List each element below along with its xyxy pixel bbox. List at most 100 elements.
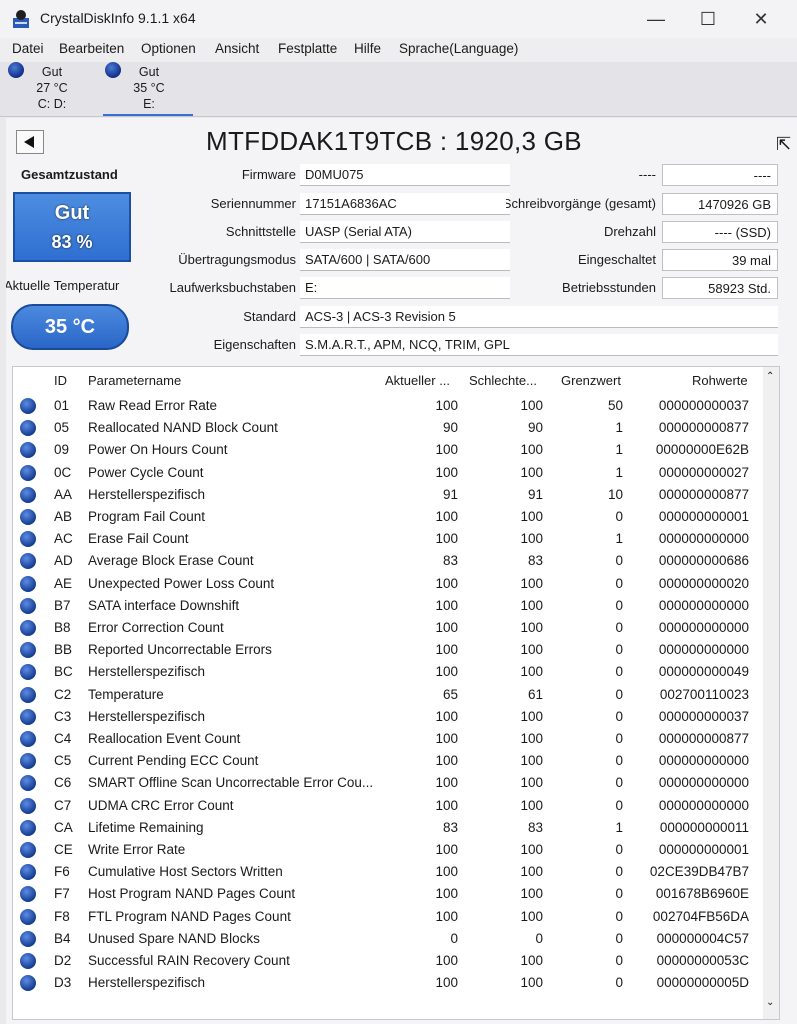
attr-threshold: 0 bbox=[615, 842, 623, 857]
attr-threshold: 0 bbox=[615, 664, 623, 680]
disk-info-panel: MTFDDAK1T9TCB : 1920,3 GB ⇱ Gesamtzustan… bbox=[6, 118, 797, 1024]
table-row[interactable]: 01 Raw Read Error Rate 100 100 50 00000000003… bbox=[13, 395, 763, 417]
table-row[interactable]: B4 Unused Spare NAND Blocks 0 0 0 000000004C5… bbox=[13, 928, 763, 950]
attr-threshold: 0 bbox=[615, 908, 623, 924]
attr-name: Cumulative Host Sectors Written bbox=[88, 864, 283, 880]
attr-raw: 001678B6960E bbox=[655, 886, 749, 902]
status-circle-icon bbox=[20, 486, 36, 503]
table-row[interactable]: D3 Herstellerspezifisch 100 100 0 00000000005… bbox=[13, 972, 763, 994]
attr-name: Reported Uncorrectable Errors bbox=[88, 642, 272, 658]
drive-tab-1[interactable]: Gut 27 °C C: D: bbox=[6, 62, 96, 114]
firmware-value: D0MU075 bbox=[300, 164, 510, 186]
menu-optionen[interactable]: Optionen bbox=[141, 41, 196, 56]
attr-name: Herstellerspezifisch bbox=[88, 486, 206, 502]
health-label: Gesamtzustand bbox=[21, 167, 118, 182]
scrollbar[interactable]: ⌃ ⌄ bbox=[763, 367, 779, 1019]
drive-temp: 35 °C bbox=[133, 81, 165, 95]
menu-festplatte[interactable]: Festplatte bbox=[278, 41, 337, 56]
column-name[interactable]: Parametername bbox=[88, 373, 181, 388]
attr-name: Unexpected Power Loss Count bbox=[88, 575, 275, 591]
attr-raw: 000000000027 bbox=[658, 464, 749, 480]
power-on-hours-label: Betriebsstunden bbox=[562, 280, 656, 295]
attr-raw: 00000000E62B bbox=[655, 442, 749, 458]
status-circle-icon bbox=[20, 509, 36, 525]
health-status-button[interactable]: Gut 83 % bbox=[13, 192, 131, 262]
scroll-up-icon[interactable]: ⌃ bbox=[766, 371, 774, 382]
previous-disk-button[interactable] bbox=[16, 130, 44, 154]
attr-id: BB bbox=[54, 642, 73, 658]
status-circle-icon bbox=[20, 753, 36, 770]
attr-worst: 100 bbox=[520, 886, 543, 902]
table-row[interactable]: AC Erase Fail Count 100 100 1 000000000000 bbox=[13, 528, 763, 550]
table-row[interactable]: B8 Error Correction Count 100 100 0 000000000… bbox=[13, 617, 763, 639]
table-row[interactable]: AA Herstellerspezifisch 91 91 10 000000000877 bbox=[13, 484, 763, 506]
attr-current: 100 bbox=[435, 664, 458, 680]
window-title: CrystalDiskInfo 9.1.1 x64 bbox=[40, 10, 196, 26]
table-row[interactable]: D2 Successful RAIN Recovery Count 100 100 0 0… bbox=[13, 950, 763, 972]
table-row[interactable]: BC Herstellerspezifisch 100 100 0 00000000004… bbox=[13, 661, 763, 683]
standard-value: ACS-3 | ACS-3 Revision 5 bbox=[300, 306, 778, 328]
attr-worst: 100 bbox=[520, 908, 543, 924]
table-row[interactable]: C3 Herstellerspezifisch 100 100 0 00000000003… bbox=[13, 706, 763, 728]
table-row[interactable]: C5 Current Pending ECC Count 100 100 0 000000… bbox=[13, 750, 763, 772]
minimize-button[interactable]: — bbox=[636, 6, 676, 32]
attr-worst: 83 bbox=[527, 819, 543, 835]
table-row[interactable]: AE Unexpected Power Loss Count 100 100 0 0000… bbox=[13, 573, 763, 595]
column-worst[interactable]: Schlechte... bbox=[469, 373, 537, 388]
table-row[interactable]: AD Average Block Erase Count 83 83 0 00000000… bbox=[13, 550, 763, 572]
table-row[interactable]: C4 Reallocation Event Count 100 100 0 0000000… bbox=[13, 728, 763, 750]
unused-value: ---- bbox=[662, 164, 778, 186]
table-row[interactable]: CA Lifetime Remaining 83 83 1 000000000011 bbox=[13, 817, 763, 839]
temperature-button[interactable]: 35 °C bbox=[11, 304, 129, 350]
drive-tab-2[interactable]: Gut 35 °C E: bbox=[103, 62, 193, 116]
table-row[interactable]: 0C Power Cycle Count 100 100 1 000000000027 bbox=[13, 462, 763, 484]
column-current[interactable]: Aktueller ... bbox=[385, 373, 450, 388]
scroll-down-icon[interactable]: ⌄ bbox=[766, 997, 774, 1008]
attr-current: 91 bbox=[442, 486, 458, 502]
table-row[interactable]: C6 SMART Offline Scan Uncorrectable Error… bbox=[13, 772, 763, 794]
attr-threshold: 0 bbox=[615, 620, 623, 635]
drive-letters-label: Laufwerksbuchstaben bbox=[169, 280, 296, 295]
column-raw[interactable]: Rohwerte bbox=[692, 373, 748, 388]
attr-threshold: 0 bbox=[615, 753, 623, 769]
status-circle-icon bbox=[20, 930, 36, 947]
drive-letters: C: D: bbox=[37, 97, 67, 111]
attr-current: 100 bbox=[435, 708, 458, 724]
table-row[interactable]: AB Program Fail Count 100 100 0 000000000001 bbox=[13, 506, 763, 528]
maximize-button[interactable]: ☐ bbox=[688, 6, 728, 32]
table-row[interactable]: 05 Reallocated NAND Block Count 90 90 1 00000… bbox=[13, 417, 763, 439]
table-row[interactable]: BB Reported Uncorrectable Errors 100 100 0 00… bbox=[13, 639, 763, 661]
attr-id: AE bbox=[54, 575, 73, 591]
attr-id: 09 bbox=[54, 442, 70, 458]
table-row[interactable]: CE Write Error Rate 100 100 0 000000000001 bbox=[13, 839, 763, 861]
total-writes-value: 1470926 GB bbox=[662, 193, 778, 215]
table-row[interactable]: F7 Host Program NAND Pages Count 100 100 0 00… bbox=[13, 883, 763, 905]
table-row[interactable]: C2 Temperature 65 61 0 002700110023 bbox=[13, 684, 763, 706]
attr-raw: 00000000053C bbox=[656, 953, 749, 968]
menu-sprache[interactable]: Sprache(Language) bbox=[399, 41, 518, 56]
attr-id: F6 bbox=[54, 864, 70, 880]
smart-attribute-table[interactable]: ID Parametername Aktueller ... Schlechte… bbox=[12, 366, 780, 1020]
status-circle-icon bbox=[20, 908, 36, 925]
menu-hilfe[interactable]: Hilfe bbox=[354, 41, 381, 56]
drive-letters: E: bbox=[143, 97, 155, 111]
attr-id: C6 bbox=[54, 775, 72, 791]
table-row[interactable]: C7 UDMA CRC Error Count 100 100 0 00000000000… bbox=[13, 795, 763, 817]
attr-id: D3 bbox=[54, 975, 72, 991]
table-row[interactable]: 09 Power On Hours Count 100 100 1 00000000E62… bbox=[13, 439, 763, 461]
close-button[interactable]: ✕ bbox=[741, 6, 781, 32]
menu-datei[interactable]: Datei bbox=[12, 41, 44, 56]
menu-ansicht[interactable]: Ansicht bbox=[215, 41, 259, 56]
attr-name: Host Program NAND Pages Count bbox=[88, 886, 296, 902]
table-row[interactable]: B7 SATA interface Downshift 100 100 0 0000000… bbox=[13, 595, 763, 617]
attr-current: 83 bbox=[442, 553, 458, 569]
attr-name: Herstellerspezifisch bbox=[88, 664, 206, 680]
table-row[interactable]: F6 Cumulative Host Sectors Written 100 100 0… bbox=[13, 861, 763, 883]
menu-bearbeiten[interactable]: Bearbeiten bbox=[59, 41, 124, 56]
column-id[interactable]: ID bbox=[54, 373, 67, 388]
attr-worst: 100 bbox=[520, 531, 543, 547]
temperature-label: Aktuelle Temperatur bbox=[6, 278, 120, 293]
attr-name: Error Correction Count bbox=[88, 620, 224, 635]
table-row[interactable]: F8 FTL Program NAND Pages Count 100 100 0 002… bbox=[13, 906, 763, 928]
column-threshold[interactable]: Grenzwert bbox=[561, 373, 621, 388]
